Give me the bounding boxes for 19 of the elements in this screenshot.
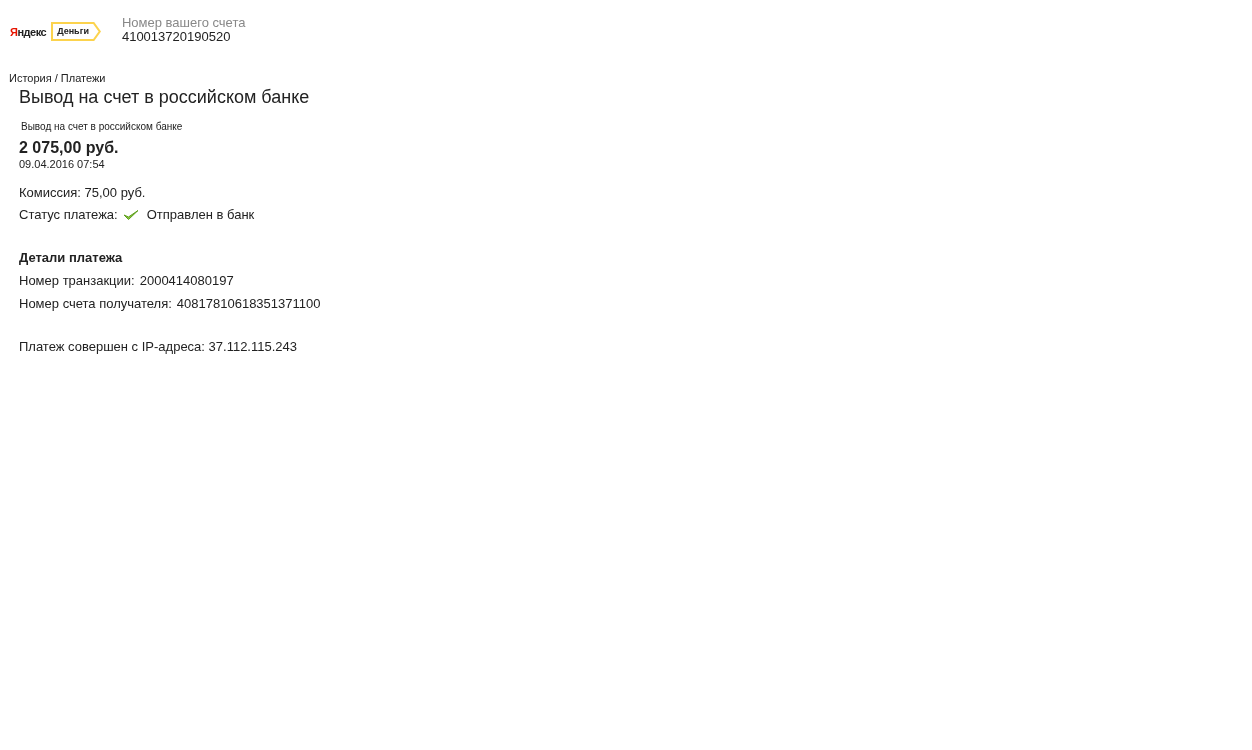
status-value: Отправлен в банк	[146, 207, 255, 222]
payment-description: Вывод на счет в российском банке	[21, 121, 183, 132]
logo-wordmark: Яндекс	[10, 25, 47, 38]
detail-label: Номер счета получателя:	[19, 296, 172, 311]
commission-text: Комиссия: 75,00 руб.	[19, 185, 146, 200]
section-heading: Детали платежа	[19, 250, 123, 265]
breadcrumb: История / Платежи	[8, 71, 107, 84]
checkmark-icon	[122, 208, 139, 221]
logo-badge: Деньги	[51, 22, 102, 41]
account-label: Номер вашего счета	[121, 16, 246, 30]
ip-note: Платеж совершен с IP-адреса: 37.112.115.243	[19, 339, 297, 354]
payment-datetime: 09.04.2016 07:54	[19, 158, 105, 170]
detail-value: 40817810618351371100	[176, 296, 321, 311]
detail-label: Номер транзакции:	[19, 273, 135, 288]
detail-value: 2000414080197	[139, 273, 234, 288]
account-number: 410013720190520	[121, 30, 232, 44]
payment-amount: 2 075,00 руб.	[19, 139, 119, 157]
status-label: Статус платежа:	[19, 207, 118, 222]
page-title: Вывод на счет в российском банке	[19, 87, 310, 108]
